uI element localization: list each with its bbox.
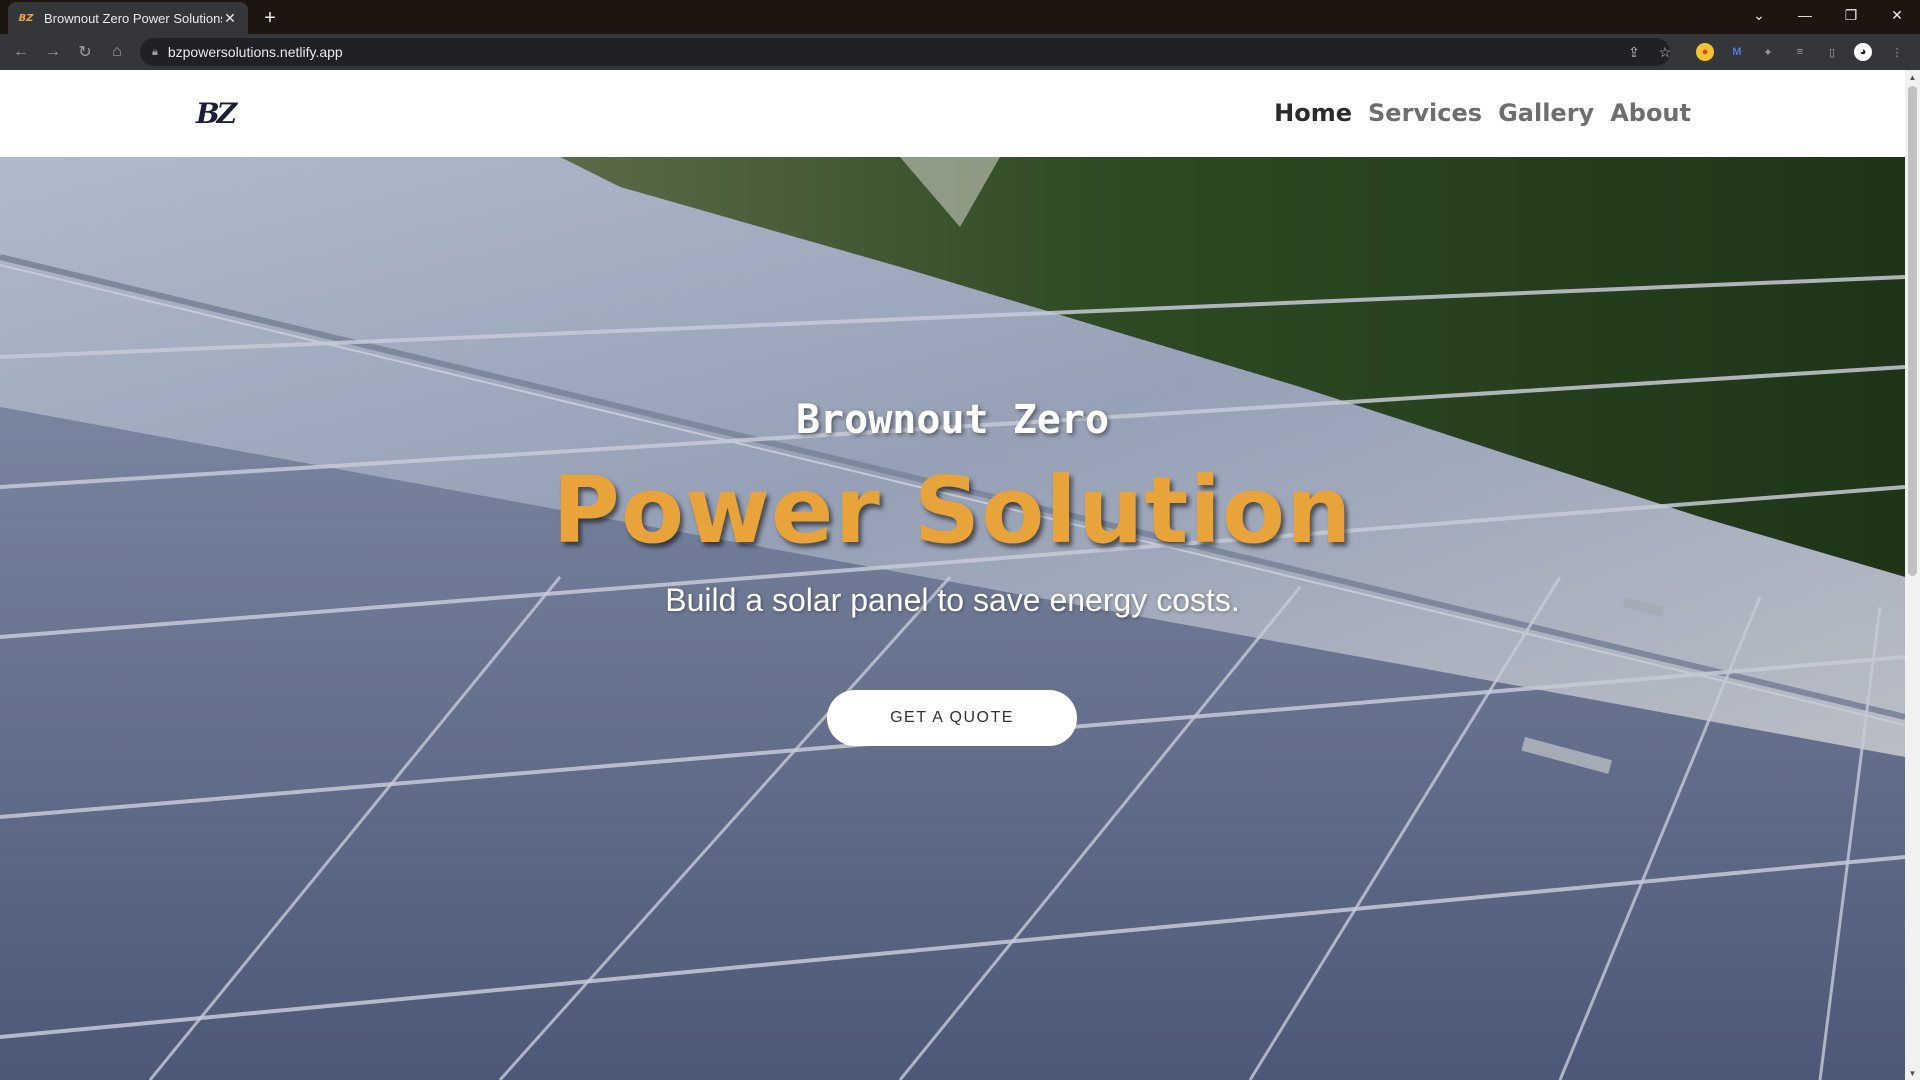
profile-avatar[interactable]: ◕ — [1854, 43, 1872, 61]
reload-button[interactable]: ↻ — [73, 40, 97, 64]
lock-icon: 🔒︎ — [152, 45, 158, 58]
hero-content: Brownout Zero Power Solution Build a sol… — [0, 157, 1905, 1080]
tab-close-icon[interactable]: ✕ — [222, 10, 238, 26]
hero-eyebrow: Brownout Zero — [795, 397, 1110, 443]
hero-subline: Build a solar panel to save energy costs… — [665, 582, 1240, 618]
browser-toolbar: ← → ↻ ⌂ 🔒︎ bzpowersolutions.netlify.app … — [0, 34, 1920, 70]
address-bar-url: bzpowersolutions.netlify.app — [167, 44, 343, 60]
menu-kebab-icon[interactable]: ⋮ — [1888, 43, 1906, 61]
nav-home[interactable]: Home — [1274, 96, 1352, 130]
site-logo[interactable]: BZ — [196, 98, 244, 130]
main-nav: Home Services Gallery About — [1274, 96, 1691, 130]
reload-icon: ↻ — [78, 44, 92, 61]
nav-services[interactable]: Services — [1368, 96, 1482, 130]
star-icon[interactable]: ☆ — [1653, 40, 1677, 64]
arrow-left-icon: ← — [13, 43, 29, 60]
reading-list-icon[interactable]: ≡ — [1791, 43, 1809, 61]
tab-title: Brownout Zero Power Solutions — [44, 10, 222, 26]
hero-section: Brownout Zero Power Solution Build a sol… — [0, 157, 1905, 1080]
puzzle-icon[interactable]: ✦ — [1759, 43, 1777, 61]
page-scrollbar[interactable]: ▲ ▼ — [1905, 70, 1920, 1080]
address-bar[interactable]: 🔒︎ bzpowersolutions.netlify.app — [140, 38, 1670, 66]
minimize-button[interactable]: — — [1782, 0, 1828, 30]
site-header: BZ Home Services Gallery About — [0, 70, 1905, 157]
scrollbar-thumb[interactable] — [1908, 86, 1917, 576]
new-tab-button[interactable]: + — [258, 6, 282, 30]
chrome-extension-icon[interactable]: ● — [1696, 43, 1714, 61]
extension-m-icon[interactable]: M — [1728, 43, 1746, 61]
home-button[interactable]: ⌂ — [105, 40, 129, 64]
home-icon: ⌂ — [112, 43, 122, 60]
browser-tab-strip: BZ Brownout Zero Power Solutions ✕ + ⌄ —… — [0, 0, 1920, 34]
get-a-quote-button[interactable]: GET A QUOTE — [827, 690, 1077, 746]
page-viewport: BZ Home Services Gallery About Brownout … — [0, 70, 1905, 1080]
forward-button[interactable]: → — [41, 40, 65, 64]
side-panel-icon[interactable]: ▯ — [1823, 43, 1841, 61]
tab-search-icon[interactable]: ⌄ — [1736, 0, 1782, 30]
share-icon[interactable]: ⇪ — [1622, 40, 1646, 64]
scroll-up-icon[interactable]: ▲ — [1905, 70, 1920, 84]
browser-tab[interactable]: BZ Brownout Zero Power Solutions ✕ — [8, 2, 248, 34]
back-button[interactable]: ← — [9, 40, 33, 64]
scroll-down-icon[interactable]: ▼ — [1905, 1066, 1920, 1080]
nav-gallery[interactable]: Gallery — [1498, 96, 1594, 130]
close-window-button[interactable]: ✕ — [1874, 0, 1920, 30]
hero-headline: Power Solution — [552, 457, 1353, 564]
favicon-icon: BZ — [18, 12, 34, 24]
arrow-right-icon: → — [45, 43, 61, 60]
nav-about[interactable]: About — [1610, 96, 1691, 130]
restore-button[interactable]: ❐ — [1828, 0, 1874, 30]
